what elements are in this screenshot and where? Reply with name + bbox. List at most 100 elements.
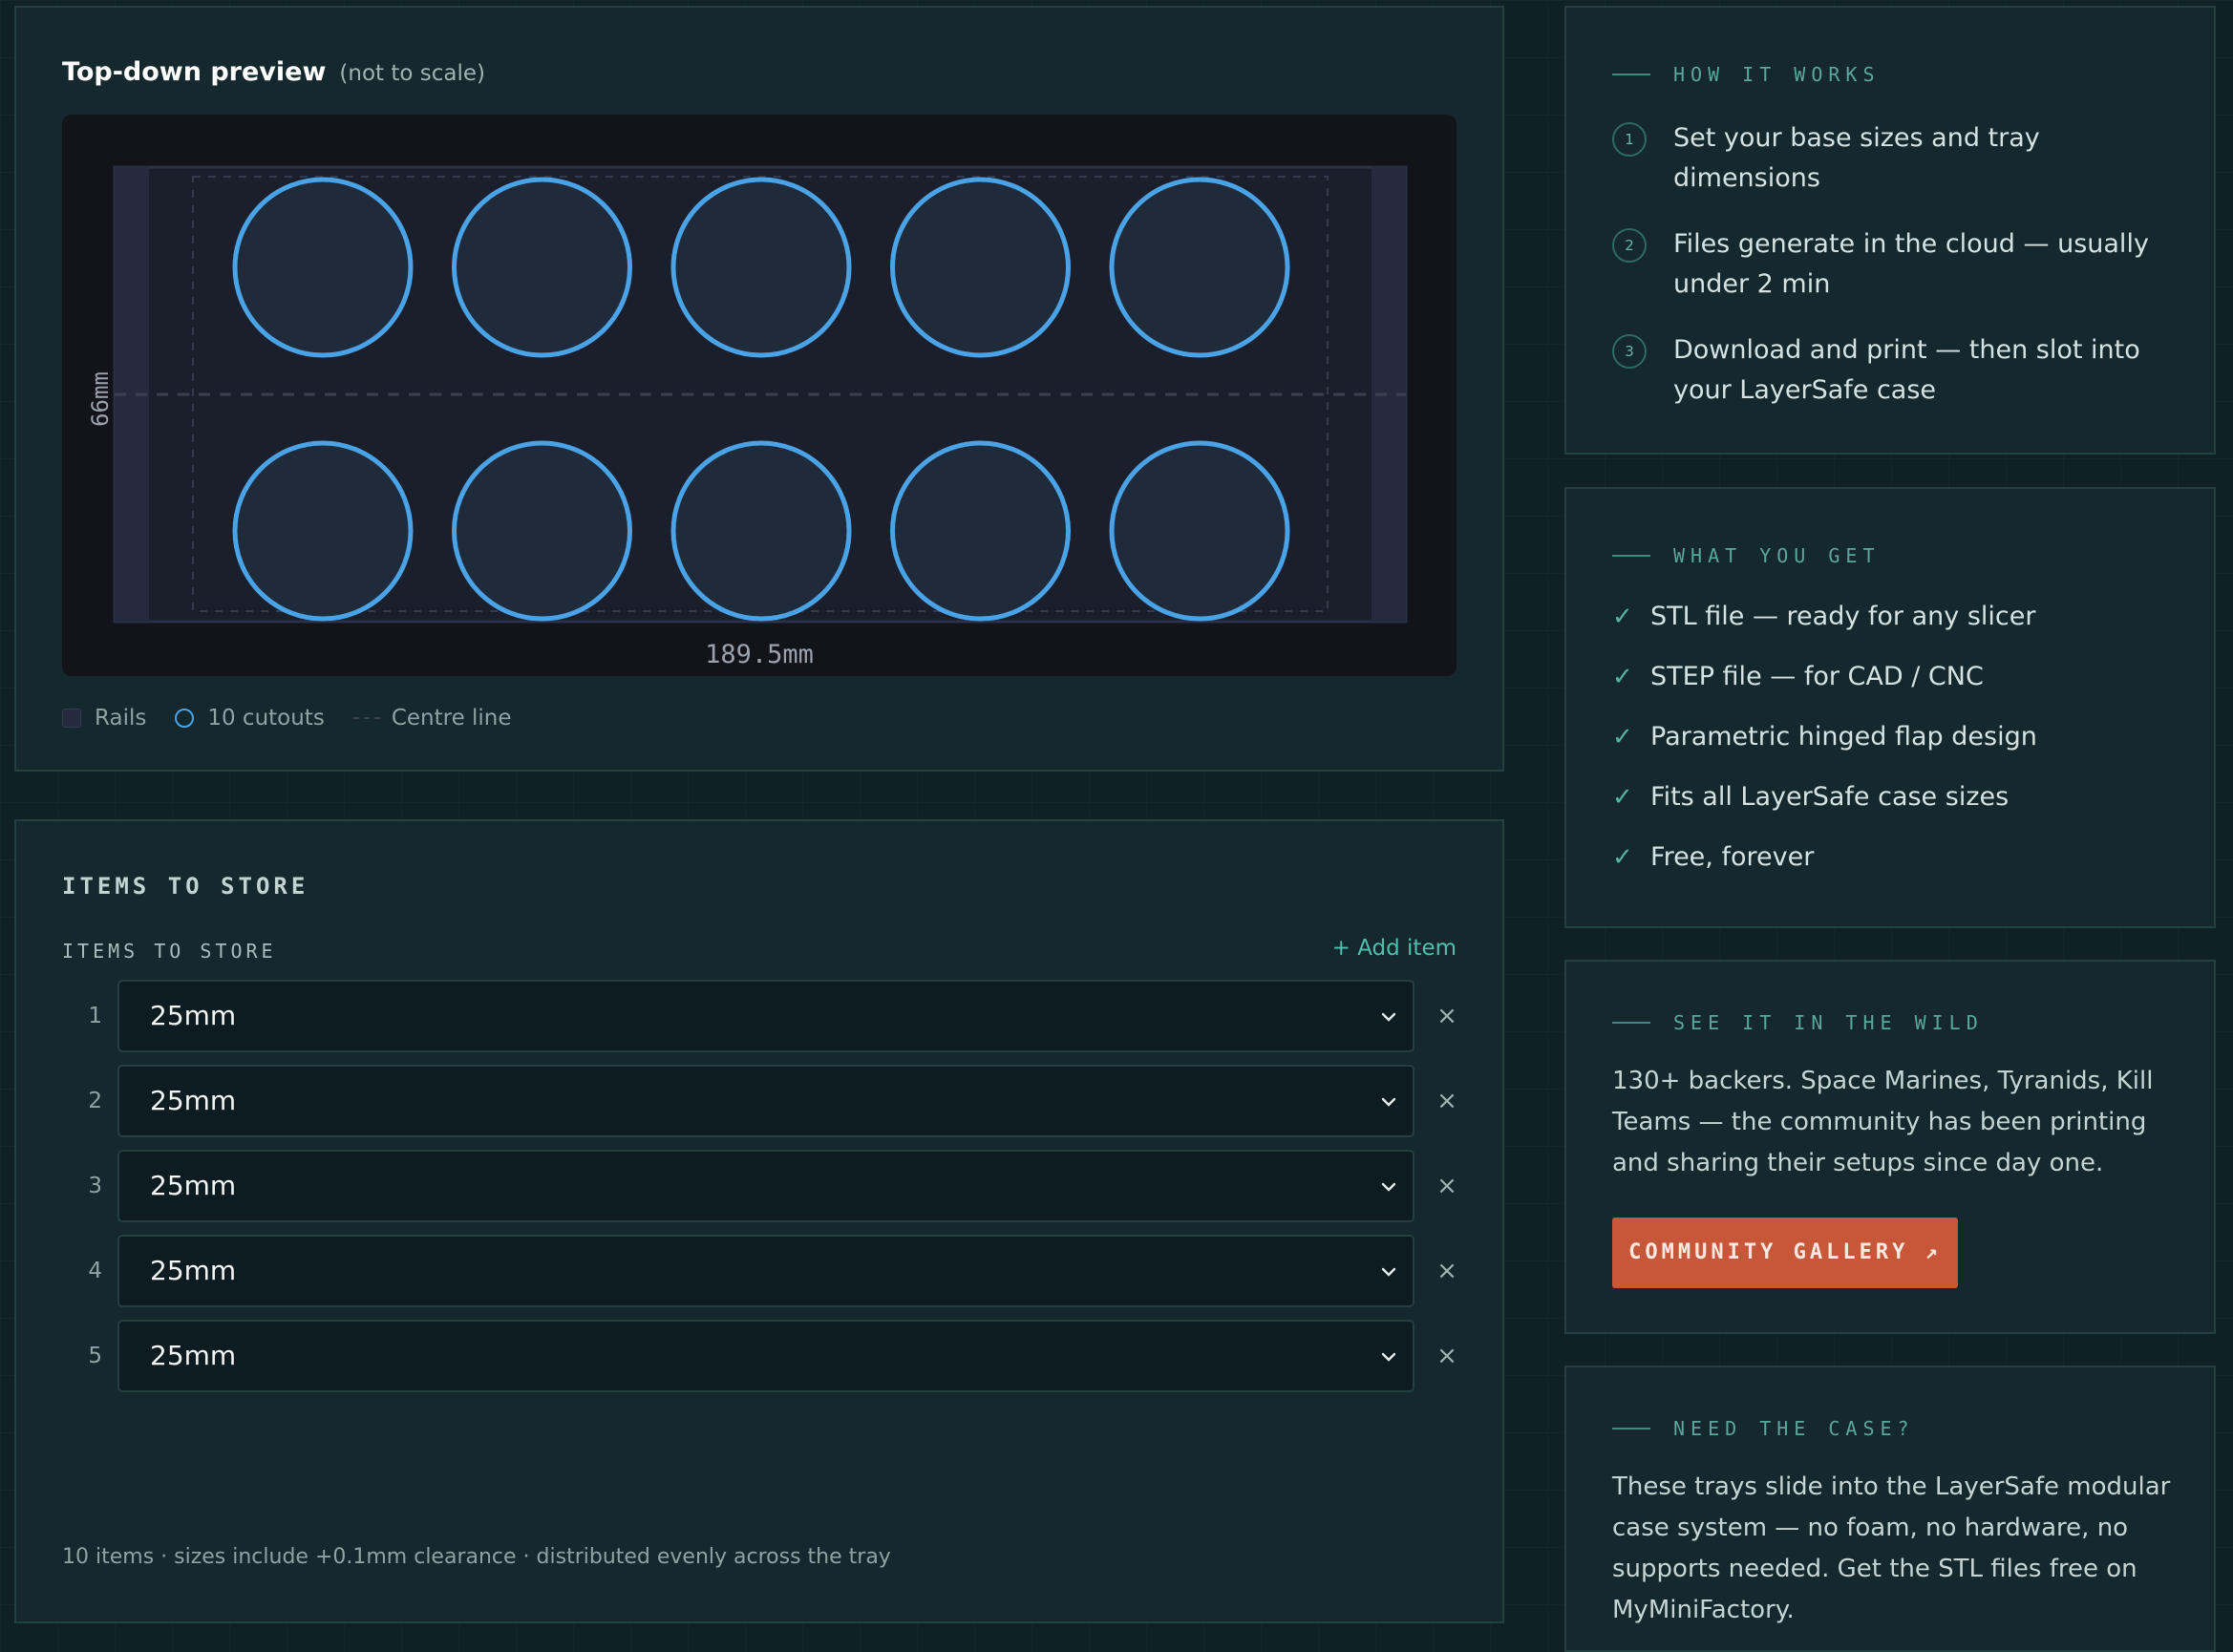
cutout-circle <box>670 440 852 622</box>
case-heading: NEED THE CASE? <box>1612 1417 1915 1440</box>
legend-rails-label: Rails <box>95 706 147 731</box>
check-icon: ✓ <box>1612 602 1633 631</box>
preview-panel: Top-down preview (not to scale) 66mm 189.… <box>14 6 1504 772</box>
items-list: 125mm×225mm×325mm×425mm×525mm×625mm×725m… <box>54 980 1487 1400</box>
what-you-get-heading: WHAT YOU GET <box>1612 544 1881 567</box>
item-size-value: 25mm <box>150 1000 237 1031</box>
how-heading-text: HOW IT WORKS <box>1673 63 1881 86</box>
check-icon: ✓ <box>1612 662 1633 691</box>
legend-centre-line: Centre line <box>352 706 512 731</box>
need-the-case-panel: NEED THE CASE? These trays slide into th… <box>1564 1366 2216 1652</box>
chevron-down-icon <box>1381 1097 1396 1107</box>
preview-subtitle: (not to scale) <box>339 61 486 86</box>
step-1: 1 Set your base sizes and tray dimensions <box>1612 118 2185 199</box>
item-row-number: 3 <box>88 1174 102 1198</box>
legend-rails: Rails <box>62 706 146 731</box>
feature-text: STL file — ready for any slicer <box>1650 602 2036 631</box>
cutout-circle <box>890 177 1071 358</box>
items-footer-note: 10 items · sizes include +0.1mm clearanc… <box>62 1545 891 1569</box>
step-number-badge: 1 <box>1612 122 1647 157</box>
heading-dash-icon <box>1612 1428 1650 1430</box>
item-size-value: 25mm <box>150 1170 237 1201</box>
item-size-select[interactable]: 25mm <box>117 1150 1414 1222</box>
get-heading-text: WHAT YOU GET <box>1673 544 1881 567</box>
dashed-line-icon <box>352 717 380 719</box>
what-you-get-panel: WHAT YOU GET ✓ STL file — ready for any s… <box>1564 487 2216 928</box>
item-row: 3 25mm × <box>54 1150 1487 1222</box>
step-text: Download and print — then slot into your… <box>1673 335 2140 405</box>
items-list-label: ITEMS TO STORE <box>62 940 277 963</box>
cutout-circle <box>232 440 414 622</box>
item-size-value: 25mm <box>150 1085 237 1116</box>
step-3: 3 Download and print — then slot into you… <box>1612 330 2185 411</box>
see-it-in-the-wild-panel: SEE IT IN THE WILD 130+ backers. Space M… <box>1564 960 2216 1334</box>
step-2: 2 Files generate in the cloud — usually u… <box>1612 224 2185 305</box>
step-number-badge: 2 <box>1612 228 1647 263</box>
check-icon: ✓ <box>1612 722 1633 752</box>
how-it-works-panel: HOW IT WORKS 1 Set your base sizes and tr… <box>1564 6 2216 455</box>
tray-preview-canvas: 66mm 189.5mm <box>62 115 1457 676</box>
feature-hinged-flap: ✓ Parametric hinged flap design <box>1612 722 2037 752</box>
case-description: These trays slide into the LayerSafe mod… <box>1612 1472 2171 1624</box>
feature-stl: ✓ STL file — ready for any slicer <box>1612 602 2035 631</box>
feature-text: STEP file — for CAD / CNC <box>1650 662 1984 691</box>
remove-item-button[interactable]: × <box>1434 980 1460 1052</box>
item-row: 2 25mm × <box>54 1065 1487 1137</box>
step-number-badge: 3 <box>1612 334 1647 369</box>
chevron-down-icon <box>1381 1267 1396 1277</box>
feature-text: Fits all LayerSafe case sizes <box>1650 782 2010 812</box>
step-text: Files generate in the cloud — usually un… <box>1673 229 2149 299</box>
chevron-down-icon <box>1381 1012 1396 1022</box>
preview-title-text: Top-down preview <box>62 57 327 87</box>
cutout-circle <box>452 440 632 622</box>
cutout-circle <box>670 177 852 358</box>
item-row: 1 25mm × <box>54 980 1487 1052</box>
remove-item-button[interactable]: × <box>1434 1150 1460 1222</box>
item-row: 5 25mm × <box>54 1320 1487 1392</box>
legend-cutouts: 10 cutouts <box>175 706 325 731</box>
width-dimension-label: 189.5mm <box>705 640 814 669</box>
wild-description: 130+ backers. Space Marines, Tyranids, K… <box>1612 1067 2154 1177</box>
wild-heading: SEE IT IN THE WILD <box>1612 1011 1984 1034</box>
step-text: Set your base sizes and tray dimensions <box>1673 123 2040 193</box>
heading-dash-icon <box>1612 555 1650 557</box>
feature-text: Parametric hinged flap design <box>1650 722 2037 752</box>
case-heading-text: NEED THE CASE? <box>1673 1417 1915 1440</box>
how-it-works-heading: HOW IT WORKS <box>1612 63 1881 86</box>
preview-title: Top-down preview (not to scale) <box>62 57 485 87</box>
check-icon: ✓ <box>1612 782 1633 812</box>
cutout-circle <box>1109 440 1290 622</box>
heading-dash-icon <box>1612 74 1650 75</box>
item-row-number: 1 <box>88 1004 102 1028</box>
feature-free: ✓ Free, forever <box>1612 842 1814 872</box>
remove-item-button[interactable]: × <box>1434 1065 1460 1137</box>
rails-swatch-icon <box>62 709 81 728</box>
wild-heading-text: SEE IT IN THE WILD <box>1673 1011 1984 1034</box>
item-size-value: 25mm <box>150 1340 237 1371</box>
remove-item-button[interactable]: × <box>1434 1235 1460 1307</box>
community-gallery-button[interactable]: COMMUNITY GALLERY ↗ <box>1612 1218 1958 1288</box>
feature-step: ✓ STEP file — for CAD / CNC <box>1612 662 1984 691</box>
feature-case-sizes: ✓ Fits all LayerSafe case sizes <box>1612 782 2009 812</box>
cutout-circle <box>890 440 1071 622</box>
check-icon: ✓ <box>1612 842 1633 872</box>
remove-item-button[interactable]: × <box>1434 1320 1460 1392</box>
chevron-down-icon <box>1381 1182 1396 1192</box>
item-row-number: 4 <box>88 1259 102 1283</box>
items-section-title: ITEMS TO STORE <box>62 873 309 900</box>
cutout-circle-icon <box>175 709 195 728</box>
chevron-down-icon <box>1381 1352 1396 1362</box>
legend-centre-line-label: Centre line <box>391 706 512 731</box>
cutout-circle <box>452 177 632 358</box>
legend-cutouts-label: 10 cutouts <box>207 706 325 731</box>
add-item-button[interactable]: + Add item <box>1332 936 1457 961</box>
item-size-select[interactable]: 25mm <box>117 1235 1414 1307</box>
item-row-number: 5 <box>88 1344 102 1368</box>
feature-text: Free, forever <box>1650 842 1815 872</box>
item-size-select[interactable]: 25mm <box>117 980 1414 1052</box>
cutout-circle <box>232 177 414 358</box>
items-panel: ITEMS TO STORE ITEMS TO STORE + Add item… <box>14 819 1504 1623</box>
item-size-select[interactable]: 25mm <box>117 1320 1414 1392</box>
item-size-select[interactable]: 25mm <box>117 1065 1414 1137</box>
height-dimension-label: 66mm <box>87 371 114 427</box>
